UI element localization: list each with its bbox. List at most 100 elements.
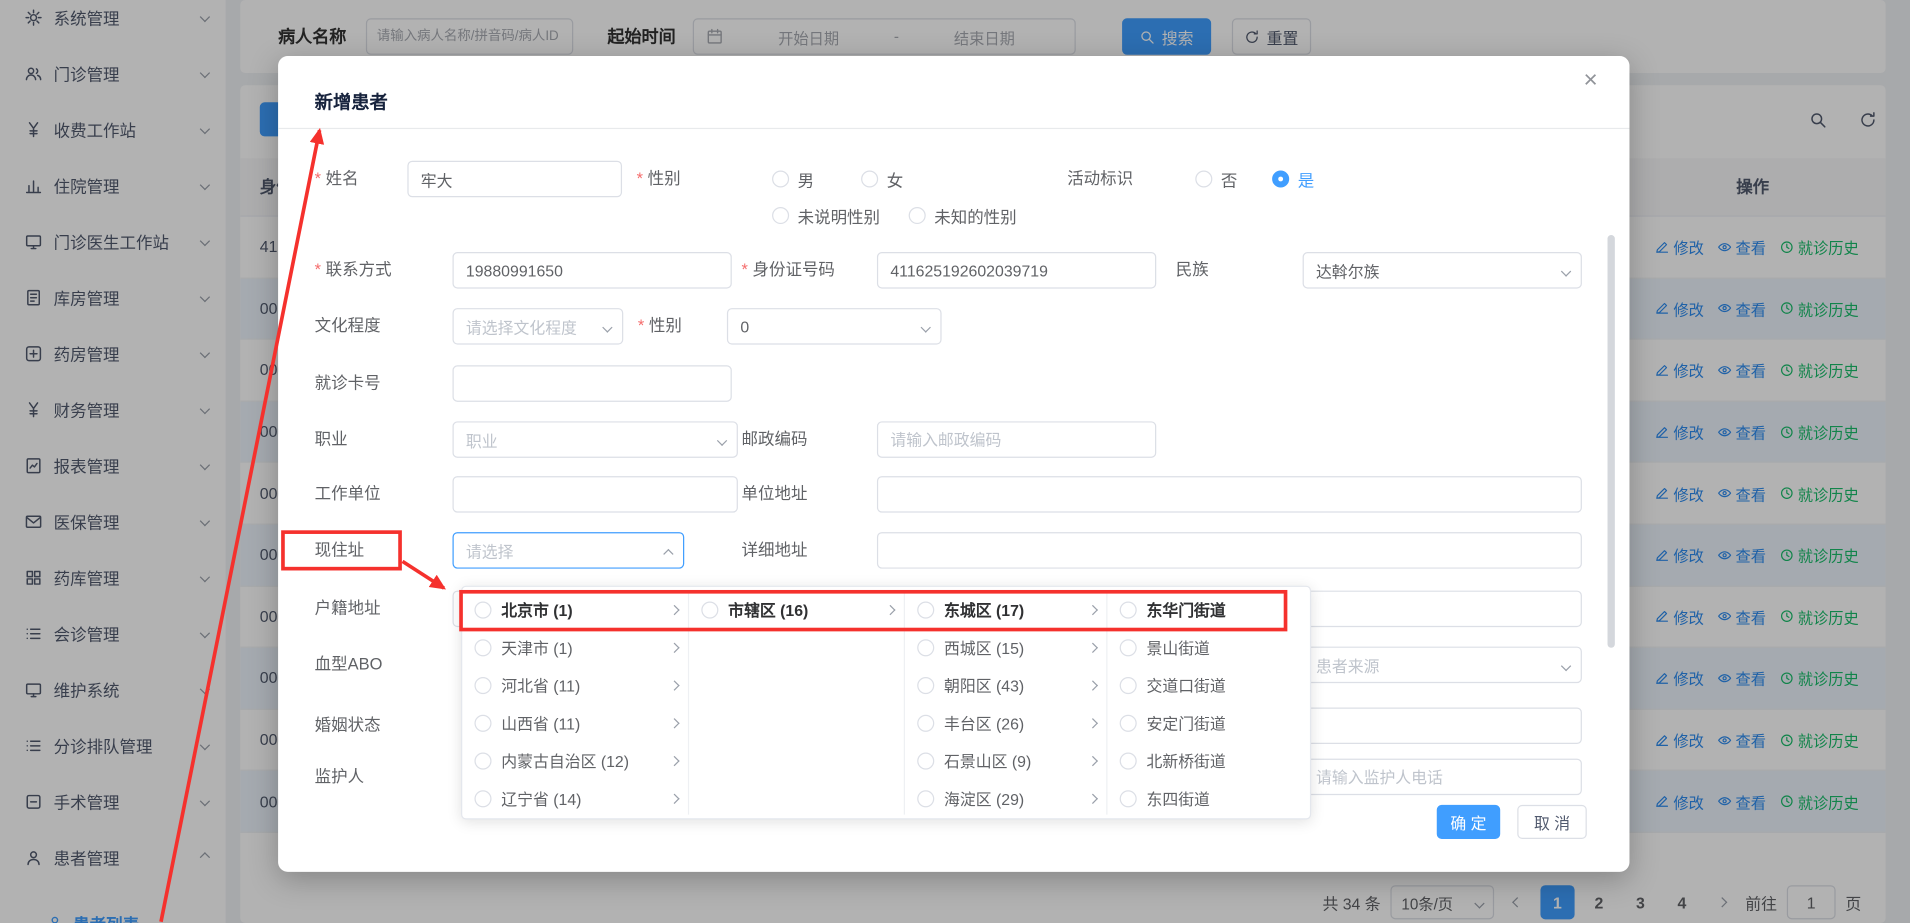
radio-icon — [474, 676, 491, 693]
current-address-placeholder: 请选择 — [466, 539, 514, 562]
radio-icon — [1120, 601, 1137, 618]
cascader-option[interactable]: 内蒙古自治区 (12) — [462, 742, 688, 780]
postal-label: 邮政编码 — [742, 421, 808, 458]
occupation-select[interactable]: 职业 — [452, 421, 737, 458]
gender2-value: 0 — [740, 317, 749, 335]
text-input-row8-right[interactable] — [1303, 591, 1582, 628]
radio-label: 未说明性别 — [798, 203, 880, 227]
cancel-button[interactable]: 取 消 — [1517, 805, 1587, 839]
gender-radio-unknown[interactable]: 未知的性别 — [909, 197, 1017, 234]
guardian-phone-input[interactable] — [1303, 759, 1582, 796]
unit-address-input[interactable] — [877, 476, 1582, 513]
radio-icon — [1120, 714, 1137, 731]
cascader-option-label: 东四街道 — [1146, 787, 1300, 810]
chevron-right-icon — [669, 793, 679, 803]
ethnicity-label: 民族 — [1176, 252, 1209, 289]
patient-source-placeholder: 患者来源 — [1316, 653, 1379, 676]
cascader-option-label: 景山街道 — [1146, 636, 1300, 659]
radio-icon — [772, 170, 789, 187]
chevron-down-icon — [602, 322, 612, 332]
education-select[interactable]: 请选择文化程度 — [452, 308, 623, 345]
modal-scrollbar[interactable] — [1608, 235, 1615, 648]
cascader-option-label: 辽宁省 (14) — [501, 787, 661, 810]
radio-icon — [917, 752, 934, 769]
marital-label: 婚姻状态 — [315, 707, 381, 744]
cascader-option[interactable]: 东四街道 — [1107, 779, 1307, 814]
cascader-option-label: 北京市 (1) — [501, 598, 661, 621]
cascader-option-label: 河北省 (11) — [501, 673, 661, 696]
id-number-label: 身份证号码 — [742, 252, 835, 289]
radio-icon — [917, 676, 934, 693]
cascader-option[interactable]: 北新桥街道 — [1107, 742, 1307, 780]
cascader-option[interactable]: 安定门街道 — [1107, 704, 1307, 742]
postal-input[interactable] — [877, 421, 1156, 458]
add-patient-modal: 新增患者 × 姓名 性别 男 女 活动标识 否 是 未说明性别 未知的性别 联系… — [278, 56, 1629, 872]
detail-address-label: 详细地址 — [742, 532, 808, 569]
radio-checked-icon — [1272, 170, 1289, 187]
current-address-select[interactable]: 请选择 — [452, 532, 684, 569]
cascader-option[interactable]: 景山街道 — [1107, 628, 1307, 666]
current-address-label: 现住址 — [315, 532, 364, 569]
cascader-option[interactable]: 朝阳区 (43) — [905, 666, 1106, 704]
cascader-option[interactable]: 山西省 (11) — [462, 704, 688, 742]
ethnicity-select[interactable]: 达斡尔族 — [1303, 252, 1582, 289]
cascader-option-label: 东华门街道 — [1146, 598, 1300, 621]
radio-icon — [474, 639, 491, 656]
cascader-option-label: 海淀区 (29) — [944, 787, 1079, 810]
chevron-right-icon — [1088, 793, 1098, 803]
work-unit-input[interactable] — [452, 476, 737, 513]
cascader-option-label: 北新桥街道 — [1146, 749, 1300, 772]
name-input[interactable] — [407, 161, 622, 198]
chevron-down-icon — [921, 322, 931, 332]
cascader-option[interactable]: 丰台区 (26) — [905, 704, 1106, 742]
card-no-input[interactable] — [452, 365, 731, 402]
gender-radio-male[interactable]: 男 — [772, 161, 814, 198]
cascader-option[interactable]: 北京市 (1) — [462, 591, 688, 629]
patient-source-select[interactable]: 患者来源 — [1303, 647, 1582, 684]
cascader-column-1: 北京市 (1) 天津市 (1) 河北省 (11) 山西省 (11) 内蒙古自治区 (12… — [462, 591, 689, 815]
detail-address-input[interactable] — [877, 532, 1582, 569]
address-cascader-panel: 北京市 (1) 天津市 (1) 河北省 (11) 山西省 (11) 内蒙古自治区 (12… — [461, 586, 1311, 820]
radio-label: 未知的性别 — [934, 203, 1016, 227]
cascader-option[interactable]: 东华门街道 — [1107, 591, 1307, 629]
name-label: 姓名 — [315, 161, 359, 198]
chevron-down-icon — [717, 436, 727, 446]
cascader-option[interactable]: 西城区 (15) — [905, 628, 1106, 666]
modal-header: 新增患者 × — [278, 56, 1629, 129]
id-number-input[interactable] — [877, 252, 1156, 289]
chevron-right-icon — [1088, 604, 1098, 614]
close-icon[interactable]: × — [1584, 68, 1598, 92]
chevron-right-icon — [1088, 718, 1098, 728]
chevron-right-icon — [1088, 642, 1098, 652]
text-input-row10-right[interactable] — [1303, 707, 1582, 744]
radio-icon — [917, 790, 934, 807]
cascader-option-label: 山西省 (11) — [501, 711, 661, 734]
active-flag-radio-yes[interactable]: 是 — [1272, 161, 1314, 198]
gender-radio-unspecified[interactable]: 未说明性别 — [772, 197, 880, 234]
chevron-right-icon — [1088, 680, 1098, 690]
gender-radio-female[interactable]: 女 — [861, 161, 903, 198]
radio-icon — [474, 601, 491, 618]
cascader-option[interactable]: 河北省 (11) — [462, 666, 688, 704]
active-flag-radio-no[interactable]: 否 — [1195, 161, 1237, 198]
confirm-button[interactable]: 确 定 — [1437, 805, 1500, 839]
radio-icon — [1120, 676, 1137, 693]
cascader-column-4: 东华门街道景山街道交道口街道安定门街道北新桥街道东四街道 — [1107, 591, 1307, 815]
radio-icon — [474, 714, 491, 731]
cascader-option[interactable]: 石景山区 (9) — [905, 742, 1106, 780]
cascader-option[interactable]: 天津市 (1) — [462, 628, 688, 666]
contact-input[interactable] — [452, 252, 731, 289]
cascader-option[interactable]: 交道口街道 — [1107, 666, 1307, 704]
unit-address-label: 单位地址 — [742, 476, 808, 513]
radio-icon — [917, 639, 934, 656]
radio-icon — [909, 207, 926, 224]
cascader-option[interactable]: 市辖区 (16) — [689, 591, 904, 629]
app-root: 系统管理门诊管理收费工作站住院管理门诊医生工作站库房管理药房管理财务管理报表管理… — [0, 0, 1910, 923]
radio-icon — [917, 601, 934, 618]
cascader-option-label: 市辖区 (16) — [728, 598, 877, 621]
cascader-option[interactable]: 东城区 (17) — [905, 591, 1106, 629]
gender2-select[interactable]: 0 — [727, 308, 942, 345]
cascader-option[interactable]: 辽宁省 (14) — [462, 779, 688, 814]
contact-label: 联系方式 — [315, 252, 392, 289]
cascader-option[interactable]: 海淀区 (29) — [905, 779, 1106, 814]
